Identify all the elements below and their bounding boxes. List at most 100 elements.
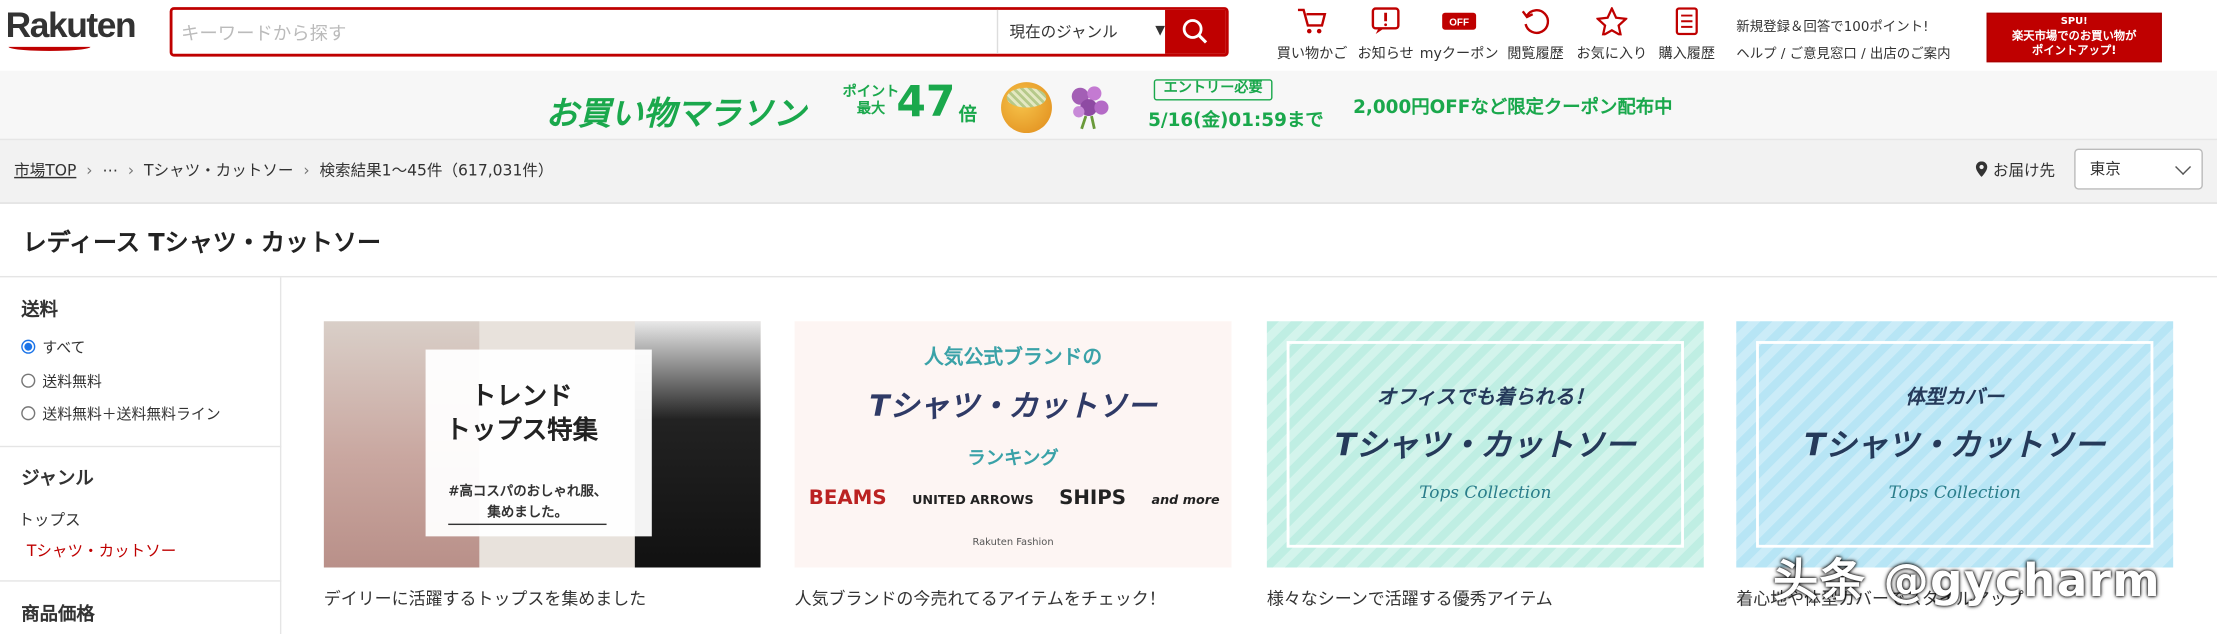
chevron-right-icon: › — [127, 161, 135, 180]
card-title: トレンド トップス特集 — [445, 381, 598, 449]
sidebar-divider — [0, 580, 282, 582]
melon-image — [1001, 82, 1052, 134]
shipping-option-all[interactable]: すべて — [21, 337, 85, 358]
feature-card-image-ranking[interactable]: 人気公式ブランドの Tシャツ・カットソー ランキング BEAMS UNITED A… — [794, 321, 1232, 568]
deliver-location-select[interactable]: 東京 — [2074, 148, 2203, 190]
site-header: Rakuten 現在のジャンル ▼ 買い物かご お知らせ OFF myクーポン … — [0, 0, 2217, 71]
card-title: Tシャツ・カットソー — [1804, 428, 2106, 465]
coupon-text: 2,000円OFFなど限定クーポン配布中 — [1353, 97, 1673, 119]
logo-swoosh — [8, 42, 91, 51]
coupon-link[interactable]: OFF myクーポン — [1417, 7, 1502, 62]
feedback-link[interactable]: ご意見窓口 — [1790, 47, 1857, 63]
model-photo — [634, 321, 761, 568]
brand-logo: BEAMS — [808, 486, 887, 510]
search-icon — [1182, 19, 1208, 44]
card-subtitle: #高コスパのおしゃれ服、 集めました。 — [448, 481, 608, 526]
notice-icon — [1371, 7, 1400, 34]
search-bar: 現在のジャンル ▼ — [169, 7, 1229, 57]
history-label: 閲覧履歴 — [1507, 46, 1564, 63]
card-ranking-label: ランキング — [967, 448, 1059, 470]
chevron-down-icon — [2175, 158, 2192, 175]
brand-list: BEAMS UNITED ARROWS SHIPS and more — [809, 487, 1226, 510]
cart-link[interactable]: 買い物かご — [1270, 7, 1355, 62]
filter-sidebar: 送料 すべて 送料無料 送料無料＋送料無料ライン ジャンル トップス Tシャツ・… — [0, 277, 282, 634]
genre-parent-link[interactable]: トップス — [18, 508, 80, 531]
history-icon — [1521, 9, 1550, 35]
watermark: 头条 @gycharm — [1773, 553, 2161, 608]
feature-card-caption[interactable]: 人気ブランドの今売れてるアイテムをチェック！ — [795, 586, 1166, 610]
card-subtitle-line: 集めました。 — [487, 505, 569, 521]
point-label: ポイント — [842, 84, 900, 101]
coupon-icon: OFF — [1442, 12, 1477, 30]
multiplier-unit: 倍 — [958, 104, 978, 126]
chevron-right-icon: › — [86, 161, 93, 180]
shipping-option-free[interactable]: 送料無料 — [21, 371, 102, 392]
genre-select-label: 現在のジャンル — [1009, 22, 1118, 42]
entry-required-badge: エントリー必要 — [1153, 79, 1273, 101]
radio-icon — [21, 373, 36, 388]
breadcrumb-bar: 市場TOP › ⋯ › Tシャツ・カットソー › 検索結果1～45件（617,031件） お… — [0, 138, 2217, 204]
favorites-label: お気に入り — [1576, 46, 1648, 63]
search-button[interactable] — [1165, 9, 1226, 54]
card-title: Tシャツ・カットソー — [869, 389, 1157, 424]
star-icon — [1596, 7, 1628, 36]
spu-line2: ポイントアップ! — [2032, 43, 2117, 57]
card-head: 体型カバー — [1905, 386, 2005, 409]
radio-icon — [21, 406, 36, 421]
max-label: 最大 — [856, 101, 886, 118]
purchase-history-label: 購入履歴 — [1658, 46, 1716, 63]
genre-select[interactable]: 現在のジャンル ▼ — [996, 9, 1172, 54]
result-count: 検索結果1～45件（617,031件） — [319, 161, 554, 180]
genre-filter-title: ジャンル — [21, 468, 94, 490]
shipping-option-free-line[interactable]: 送料無料＋送料無料ライン — [21, 403, 221, 424]
price-filter-title: 商品価格 — [21, 604, 95, 626]
brand-logo: UNITED ARROWS — [912, 493, 1034, 509]
shipping-option-label: すべて — [42, 339, 86, 357]
marathon-banner[interactable]: お買い物マラソン ポイント 最大 47 倍 エントリー必要 5/16(金)01:… — [0, 70, 2217, 139]
card-title-line: トップス特集 — [445, 416, 599, 446]
feature-card-caption[interactable]: デイリーに活躍するトップスを集めました — [324, 586, 646, 610]
deliver-to: お届け先 — [1975, 159, 2055, 182]
rakuten-fashion-logo: Rakuten Fashion — [972, 536, 1054, 548]
flower-image — [1071, 86, 1109, 130]
purchase-history-link[interactable]: 購入履歴 — [1644, 7, 1729, 62]
deliver-label: お届け先 — [1992, 161, 2056, 180]
breadcrumb-category[interactable]: Tシャツ・カットソー — [144, 161, 293, 179]
genre-current[interactable]: Tシャツ・カットソー — [27, 539, 176, 562]
notice-label: お知らせ — [1357, 46, 1414, 63]
card-head: 人気公式ブランドの — [923, 346, 1103, 370]
feature-card-image-office[interactable]: オフィスでも着られる！ Tシャツ・カットソー Tops Collection — [1266, 321, 1704, 568]
card-title: Tシャツ・カットソー — [1334, 428, 1636, 465]
cart-icon — [1297, 8, 1327, 34]
help-link[interactable]: ヘルプ — [1736, 47, 1776, 63]
page-title: レディース Tシャツ・カットソー — [22, 229, 382, 258]
radio-checked-icon — [21, 339, 36, 354]
cart-label: 買い物かご — [1276, 46, 1348, 63]
card-subtitle-line: #高コスパのおしゃれ服、 — [448, 483, 608, 500]
search-input[interactable] — [180, 14, 973, 51]
spu-banner[interactable]: SPU! 楽天市場でのお買い物が ポイントアップ! — [1986, 12, 2162, 63]
shipping-filter-title: 送料 — [21, 300, 58, 322]
card-script: Tops Collection — [1419, 482, 1552, 503]
favorites-link[interactable]: お気に入り — [1569, 7, 1654, 62]
merchant-link[interactable]: 出店のご案内 — [1870, 47, 1951, 63]
feature-card-image-body-cover[interactable]: 体型カバー Tシャツ・カットソー Tops Collection — [1736, 321, 2174, 568]
card-script: Tops Collection — [1888, 482, 2021, 503]
deliver-location-value: 東京 — [2089, 159, 2121, 179]
spu-badge: SPU! — [2060, 15, 2088, 27]
rakuten-logo[interactable]: Rakuten — [6, 6, 137, 47]
card-head: オフィスでも着られる！ — [1376, 386, 1594, 409]
deadline-text: 5/16(金)01:59まで — [1148, 110, 1324, 132]
breadcrumb-ellipsis[interactable]: ⋯ — [102, 161, 118, 179]
breadcrumb-top[interactable]: 市場TOP — [14, 161, 76, 179]
feature-card-image-trend[interactable]: トレンド トップス特集 #高コスパのおしゃれ服、 集めました。 — [323, 321, 761, 568]
svg-text:OFF: OFF — [1449, 17, 1469, 28]
signup-link[interactable]: 新規登録＆回答で100ポイント! — [1736, 20, 1928, 36]
brand-logo: SHIPS — [1059, 486, 1127, 510]
notice-link[interactable]: お知らせ — [1343, 7, 1428, 62]
location-pin-icon — [1975, 161, 1988, 177]
feature-card-caption[interactable]: 様々なシーンで活躍する優秀アイテム — [1267, 586, 1553, 610]
history-link[interactable]: 閲覧履歴 — [1493, 7, 1578, 62]
chevron-right-icon: › — [303, 161, 310, 180]
sidebar-divider — [0, 445, 282, 448]
